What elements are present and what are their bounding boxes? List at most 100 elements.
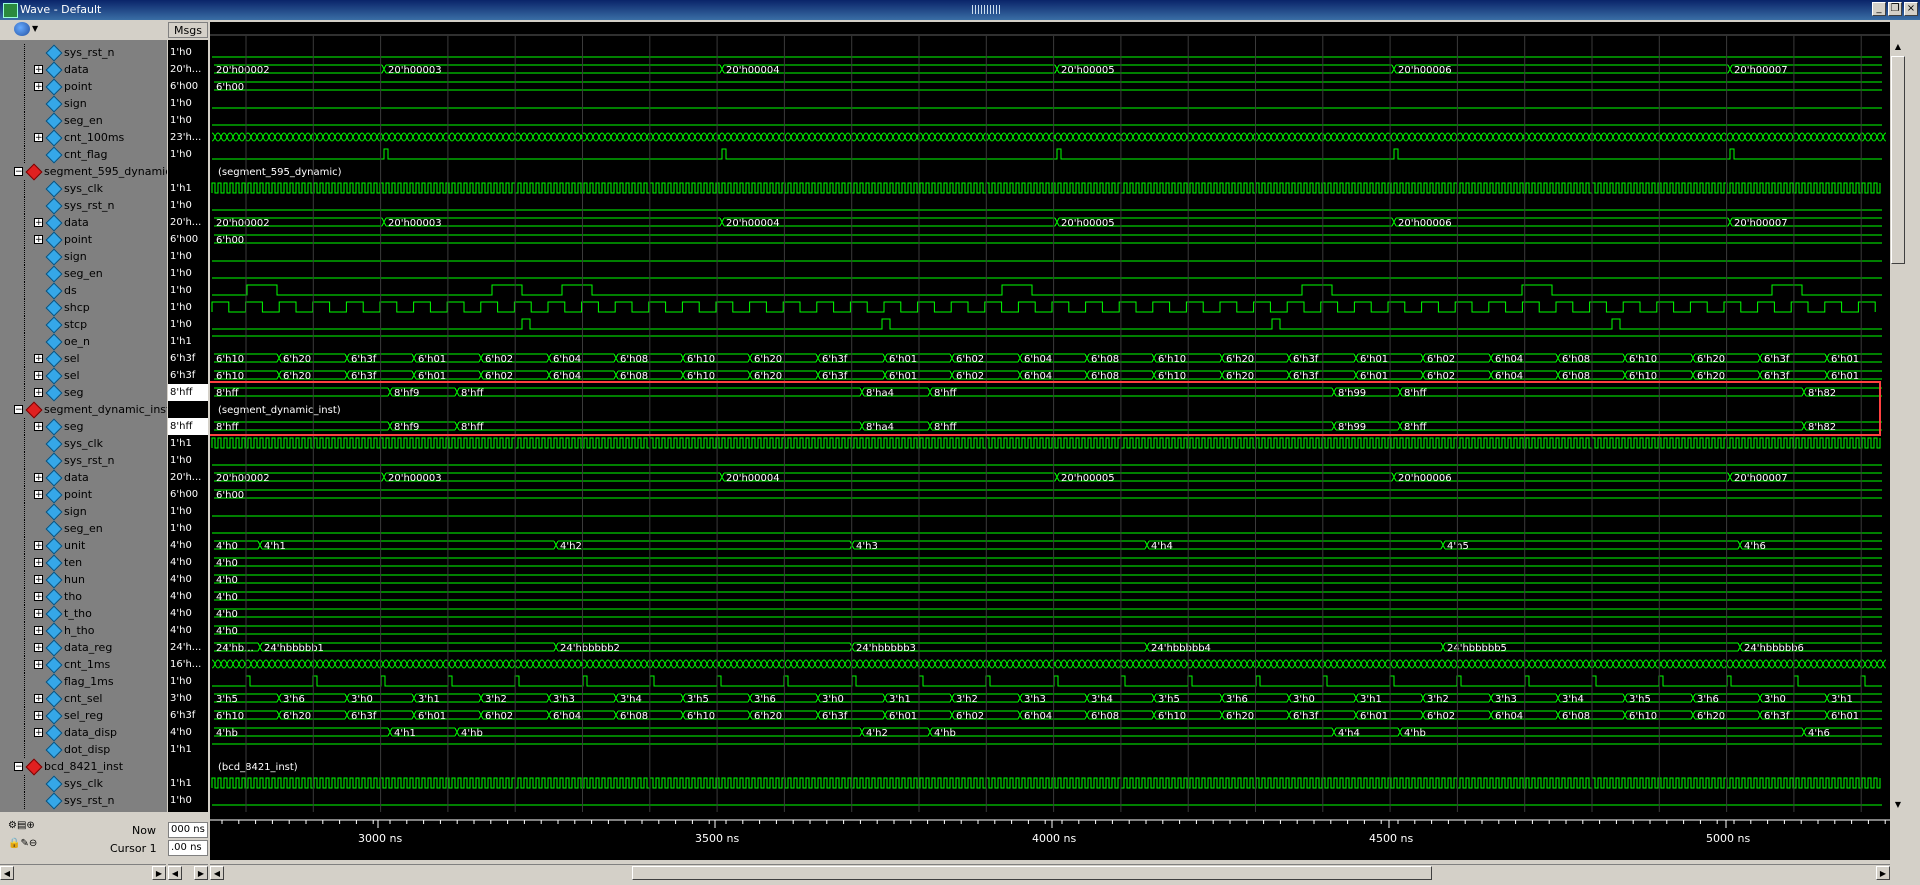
collapse-icon[interactable]: − [14, 167, 23, 177]
expand-icon[interactable]: + [34, 728, 43, 738]
expand-icon[interactable]: + [34, 575, 43, 585]
expand-icon[interactable]: + [34, 65, 43, 75]
expand-icon[interactable]: + [34, 643, 43, 653]
signal-row-sel-reg[interactable]: + sel_reg [0, 707, 167, 725]
signal-row-seg[interactable]: + seg [0, 418, 167, 436]
signal-row-point[interactable]: + point [0, 78, 167, 96]
signal-row-flag-1ms[interactable]: flag_1ms [0, 673, 167, 691]
signal-row-data-disp[interactable]: + data_disp [0, 724, 167, 742]
title-grip[interactable] [972, 5, 1000, 14]
signal-row-seg[interactable]: + seg [0, 384, 167, 402]
scroll-left-icon[interactable]: ◀ [210, 866, 224, 880]
signal-row-point[interactable]: + point [0, 486, 167, 504]
signal-row-hun[interactable]: + hun [0, 571, 167, 589]
signal-row-seg-en[interactable]: seg_en [0, 112, 167, 130]
cursor-label[interactable]: Cursor 1 [110, 842, 157, 855]
values-hscroll[interactable]: ◀ ▶ [168, 864, 208, 881]
close-button[interactable]: × [1904, 2, 1918, 16]
signal-row-sys-rst-n[interactable]: sys_rst_n [0, 197, 167, 215]
unit-value: 4'h3 [856, 541, 878, 552]
timeline[interactable]: 3000 ns3500 ns4000 ns4500 ns5000 ns5500 … [210, 812, 1890, 860]
signal-row-t-tho[interactable]: + t_tho [0, 605, 167, 623]
signal-row-seg-en[interactable]: seg_en [0, 520, 167, 538]
expand-icon[interactable]: + [34, 490, 43, 500]
minimize-button[interactable]: _ [1872, 2, 1886, 16]
expand-icon[interactable]: + [34, 354, 43, 364]
expand-icon[interactable]: + [34, 422, 43, 432]
signal-row-sys-rst-n[interactable]: sys_rst_n [0, 452, 167, 470]
signal-row-tho[interactable]: + tho [0, 588, 167, 606]
collapse-icon[interactable]: − [14, 405, 23, 415]
expand-icon[interactable]: + [34, 609, 43, 619]
signal-row-data[interactable]: + data [0, 469, 167, 487]
signal-row-sign[interactable]: sign [0, 503, 167, 521]
scroll-left-icon[interactable]: ◀ [168, 866, 182, 880]
signal-row-cnt-1ms[interactable]: + cnt_1ms [0, 656, 167, 674]
expand-icon[interactable]: + [34, 82, 43, 92]
scroll-down-icon[interactable]: ▼ [1891, 798, 1905, 812]
signal-row-cnt-100ms[interactable]: + cnt_100ms [0, 129, 167, 147]
waveform-pane[interactable]: 20'h00002 20'h00003 20'h00004 20'h00005 20'h… [210, 22, 1890, 812]
signal-names-pane[interactable]: sys_rst_n + data + point sign seg_en + cnt_100ms… [0, 40, 167, 812]
names-hscroll[interactable]: ◀ ▶ [0, 864, 166, 881]
expand-icon[interactable]: + [34, 626, 43, 636]
expand-icon[interactable]: + [34, 371, 43, 381]
horizontal-scroll-thumb[interactable] [632, 866, 1432, 880]
signal-row-sys-clk[interactable]: sys_clk [0, 180, 167, 198]
signal-row-dot-disp[interactable]: dot_disp [0, 741, 167, 759]
signal-row-sys-clk[interactable]: sys_clk [0, 775, 167, 793]
scroll-right-icon[interactable]: ▶ [1876, 866, 1890, 880]
expand-icon[interactable]: + [34, 541, 43, 551]
signal-row-data-reg[interactable]: + data_reg [0, 639, 167, 657]
signal-values-pane[interactable]: 1'h0 20'h... 6'h00 1'h0 1'h0 23'h... 1'h0 1'h1 1… [168, 40, 208, 812]
chevron-down-icon[interactable]: ▼ [32, 24, 38, 33]
scroll-left-icon[interactable]: ◀ [0, 866, 14, 880]
signal-row-cnt-flag[interactable]: cnt_flag [0, 146, 167, 164]
instance-icon [25, 401, 43, 419]
vertical-scrollbar[interactable]: ▲ ▼ [1890, 40, 1906, 812]
signal-row-sign[interactable]: sign [0, 248, 167, 266]
expand-icon[interactable]: + [34, 592, 43, 602]
signal-row-stcp[interactable]: stcp [0, 316, 167, 334]
expand-icon[interactable]: + [34, 660, 43, 670]
globe-icon[interactable] [14, 22, 30, 36]
waveform-hscroll[interactable]: ◀ ▶ [210, 864, 1890, 881]
scroll-up-icon[interactable]: ▲ [1891, 40, 1905, 54]
expand-icon[interactable]: + [34, 133, 43, 143]
signal-row-ten[interactable]: + ten [0, 554, 167, 572]
signal-row-sys-rst-n[interactable]: sys_rst_n [0, 792, 167, 810]
cursor-icons[interactable]: 🔒✎⊖ [8, 838, 38, 850]
sel-value: 6'h01 [418, 354, 446, 365]
signal-row-shcp[interactable]: shcp [0, 299, 167, 317]
signal-row-ds[interactable]: ds [0, 282, 167, 300]
signal-row-cnt-sel[interactable]: + cnt_sel [0, 690, 167, 708]
expand-icon[interactable]: + [34, 694, 43, 704]
now-icons[interactable]: ⚙▤⊕ [8, 820, 38, 832]
signal-row-bcd-8421-inst[interactable]: − bcd_8421_inst [0, 758, 167, 776]
expand-icon[interactable]: + [34, 218, 43, 228]
signal-row-data[interactable]: + data [0, 214, 167, 232]
signal-row-h-tho[interactable]: + h_tho [0, 622, 167, 640]
restore-button[interactable]: ❐ [1888, 2, 1902, 16]
signal-row-oe-n[interactable]: oe_n [0, 333, 167, 351]
signal-row-point[interactable]: + point [0, 231, 167, 249]
signal-row-segment-dynamic-inst[interactable]: − segment_dynamic_inst [0, 401, 167, 419]
scroll-right-icon[interactable]: ▶ [194, 866, 208, 880]
signal-row-sel[interactable]: + sel [0, 367, 167, 385]
signal-row-unit[interactable]: + unit [0, 537, 167, 555]
expand-icon[interactable]: + [34, 558, 43, 568]
signal-row-sign[interactable]: sign [0, 95, 167, 113]
signal-row-seg-en[interactable]: seg_en [0, 265, 167, 283]
signal-row-segment-595-dynamic[interactable]: − segment_595_dynamic [0, 163, 167, 181]
expand-icon[interactable]: + [34, 473, 43, 483]
vertical-scroll-thumb[interactable] [1891, 56, 1905, 264]
signal-row-sel[interactable]: + sel [0, 350, 167, 368]
signal-row-sys-clk[interactable]: sys_clk [0, 435, 167, 453]
expand-icon[interactable]: + [34, 711, 43, 721]
signal-row-sys-rst-n[interactable]: sys_rst_n [0, 44, 167, 62]
expand-icon[interactable]: + [34, 388, 43, 398]
collapse-icon[interactable]: − [14, 762, 23, 772]
signal-row-data[interactable]: + data [0, 61, 167, 79]
expand-icon[interactable]: + [34, 235, 43, 245]
scroll-right-icon[interactable]: ▶ [152, 866, 166, 880]
